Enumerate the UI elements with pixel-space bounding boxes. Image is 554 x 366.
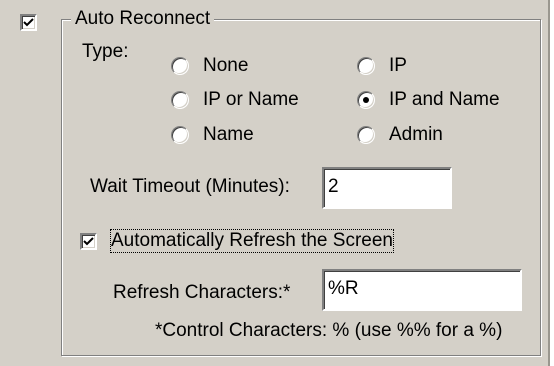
refresh-characters-input[interactable]: %R — [322, 269, 522, 311]
radio-ip-or-name[interactable] — [171, 91, 189, 109]
radio-ip-label[interactable]: IP — [389, 55, 407, 77]
auto-reconnect-checkbox[interactable] — [20, 14, 37, 31]
radio-admin[interactable] — [357, 126, 375, 144]
radio-ip[interactable] — [357, 57, 375, 75]
wait-timeout-input[interactable]: 2 — [322, 167, 452, 209]
control-characters-note: *Control Characters: % (use %% for a %) — [155, 320, 503, 341]
right-edge — [550, 0, 554, 366]
radio-ip-and-name-label[interactable]: IP and Name — [389, 89, 500, 111]
settings-panel: Auto Reconnect Type: None IP IP or Name … — [0, 0, 550, 366]
auto-reconnect-title: Auto Reconnect — [71, 8, 215, 30]
radio-admin-label[interactable]: Admin — [389, 124, 443, 146]
radio-ip-or-name-label[interactable]: IP or Name — [203, 89, 299, 111]
check-icon — [23, 18, 34, 27]
radio-name[interactable] — [171, 126, 189, 144]
wait-timeout-label: Wait Timeout (Minutes): — [90, 176, 290, 197]
refresh-screen-checkbox[interactable] — [80, 233, 97, 250]
radio-none[interactable] — [171, 57, 189, 75]
radio-none-label[interactable]: None — [203, 55, 248, 77]
type-label: Type: — [82, 41, 129, 62]
refresh-characters-label: Refresh Characters:* — [113, 282, 291, 303]
radio-ip-and-name[interactable] — [357, 91, 375, 109]
radio-name-label[interactable]: Name — [203, 124, 254, 146]
refresh-screen-label[interactable]: Automatically Refresh the Screen — [110, 229, 394, 253]
check-icon — [83, 237, 94, 246]
